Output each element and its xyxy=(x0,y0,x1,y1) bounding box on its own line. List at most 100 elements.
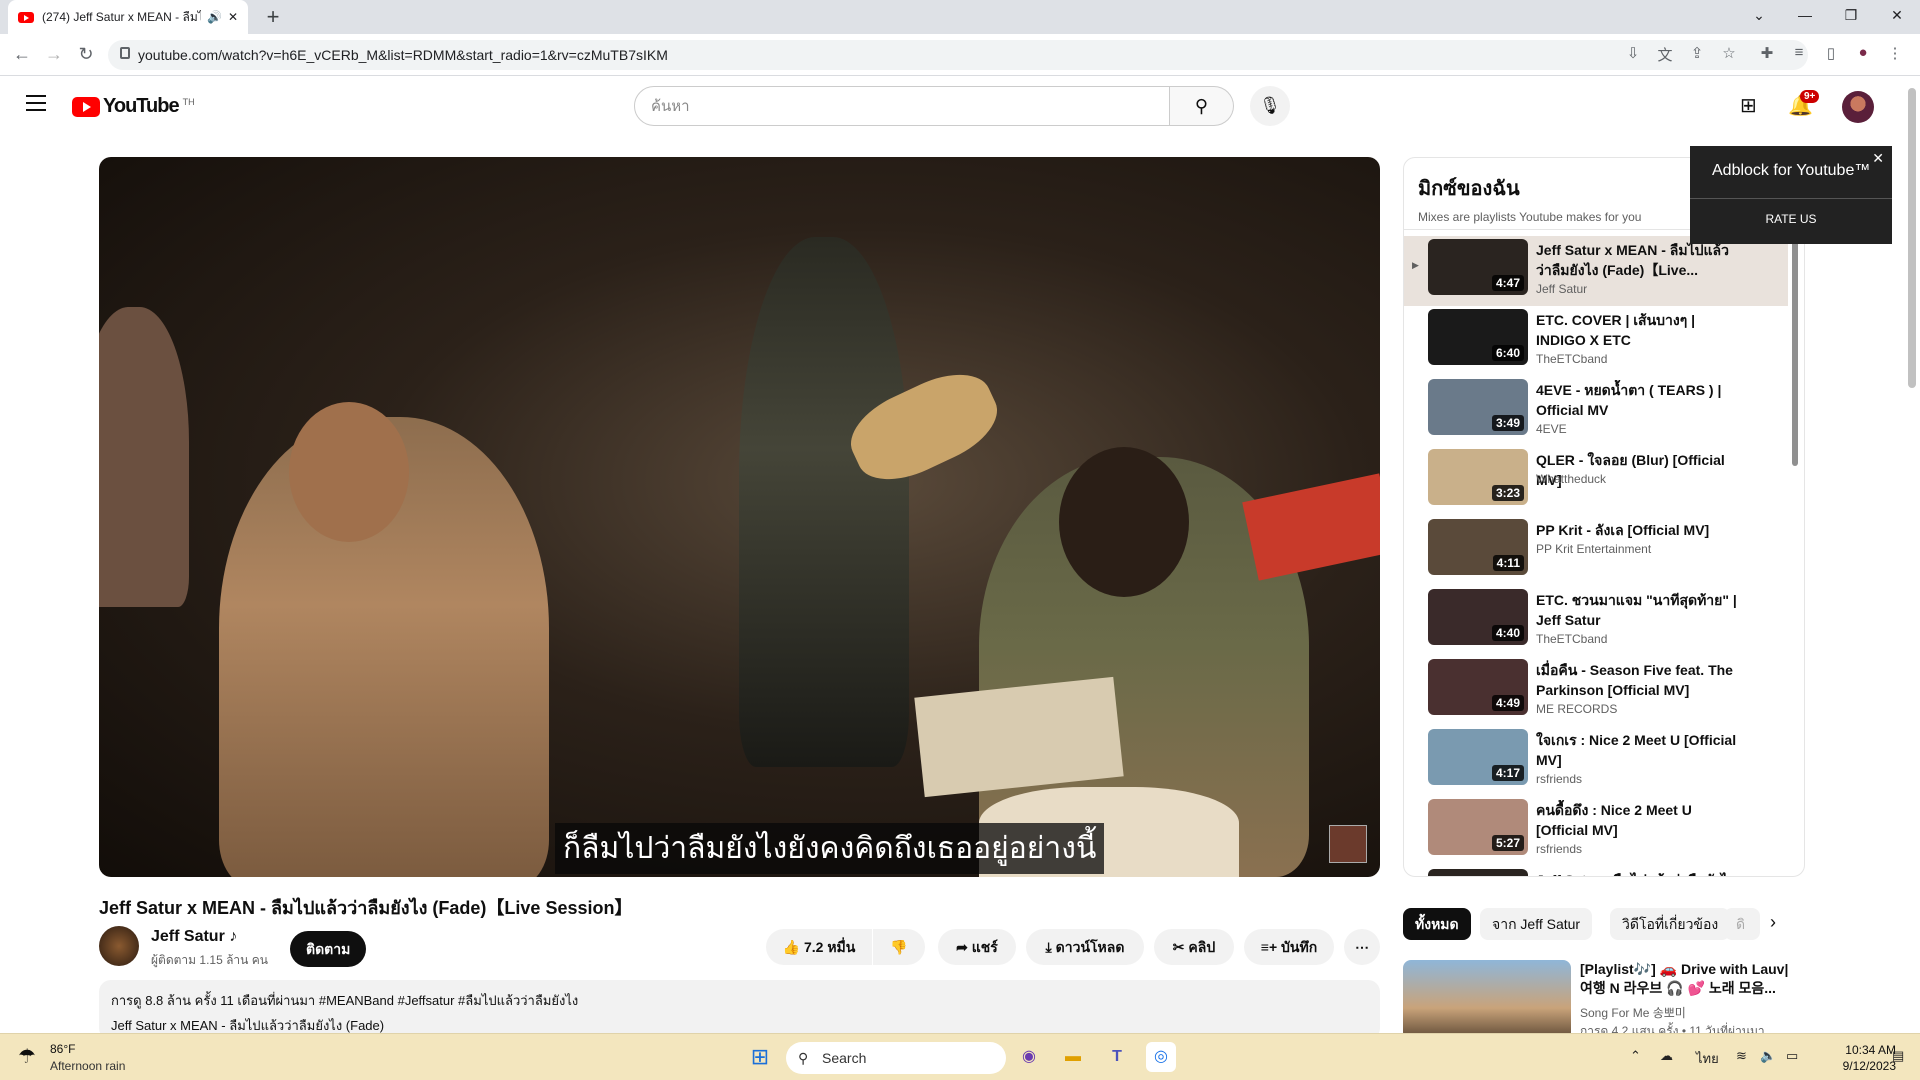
playlist-item[interactable]: Jeff Satur - ลืมไปแล้วว่าลืมยังไง xyxy=(1404,866,1788,876)
channel-name[interactable]: Jeff Satur ♪ xyxy=(151,928,237,946)
logo-country: TH xyxy=(182,96,195,107)
playlist-item[interactable]: 3:23 QLER - ใจลอย (Blur) [Official MV] Wha… xyxy=(1404,446,1788,516)
browser-menu-icon[interactable]: ⋮ xyxy=(1884,44,1906,62)
video-description[interactable]: การดู 8.8 ล้าน ครั้ง 11 เดือนที่ผ่านมา #… xyxy=(99,980,1380,1040)
volume-icon[interactable]: 🔈 xyxy=(1760,1048,1776,1064)
page-scrollbar[interactable] xyxy=(1908,88,1916,388)
chip-more[interactable]: ดิ xyxy=(1724,908,1760,940)
subscribe-button[interactable]: ติดตาม xyxy=(290,931,367,967)
playlist-scrollbar[interactable] xyxy=(1792,240,1798,466)
rate-us-button[interactable]: RATE US xyxy=(1690,212,1892,226)
notification-center-icon[interactable]: ▤ xyxy=(1892,1048,1904,1064)
close-window-button[interactable]: ✕ xyxy=(1874,0,1920,30)
youtube-logo[interactable]: YouTube TH xyxy=(72,95,195,118)
install-icon[interactable]: ⇩ xyxy=(1622,44,1644,62)
dislike-button[interactable]: 👎 xyxy=(873,929,925,965)
recommendation-channel[interactable]: Song For Me 송뽀미 xyxy=(1580,1004,1686,1021)
tray-chevron-icon[interactable]: ⌃ xyxy=(1630,1048,1641,1064)
playlist-item[interactable]: ▶ 4:47 Jeff Satur x MEAN - ลืมไปแล้วว่าลืม… xyxy=(1404,236,1788,306)
recommendation-thumbnail[interactable] xyxy=(1403,960,1571,1040)
chip-all[interactable]: ทั้งหมด xyxy=(1403,908,1471,940)
sidepanel-icon[interactable]: ▯ xyxy=(1820,44,1842,62)
youtube-favicon-icon xyxy=(18,11,34,23)
onedrive-icon[interactable]: ☁ xyxy=(1660,1048,1673,1064)
video-player[interactable]: ก็ลืมไปว่าลืมยังไงยังคงคิดถึงเธออยู่อย่า… xyxy=(99,157,1380,877)
notification-badge: 9+ xyxy=(1800,90,1820,103)
avatar[interactable] xyxy=(1842,91,1874,123)
search-input[interactable]: ค้นหา xyxy=(634,86,1170,126)
bookmark-star-icon[interactable]: ☆ xyxy=(1718,44,1740,62)
reload-icon[interactable]: ↻ xyxy=(74,44,98,65)
clip-button[interactable]: ✂ คลิป xyxy=(1154,929,1234,965)
duration-badge: 4:17 xyxy=(1491,765,1524,781)
playlist-thumbnail: 3:49 xyxy=(1428,379,1528,435)
weather-desc[interactable]: Afternoon rain xyxy=(50,1059,125,1073)
search-icon[interactable]: ⚲ xyxy=(1170,86,1234,126)
close-icon[interactable]: ✕ xyxy=(1872,150,1884,167)
duration-badge: 4:40 xyxy=(1491,625,1524,641)
duration-badge: 5:27 xyxy=(1491,835,1524,851)
thumbs-up-icon: 👍 xyxy=(782,939,801,955)
playlist-item[interactable]: 5:27 คนดื้อดึง : Nice 2 Meet U [Official … xyxy=(1404,796,1788,866)
like-button[interactable]: 👍 7.2 หมื่น xyxy=(766,929,872,965)
speaker-icon[interactable]: 🔊 xyxy=(207,10,222,24)
save-button[interactable]: ≡+ บันทึก xyxy=(1244,929,1334,965)
playlist-item-channel: rsfriends xyxy=(1536,842,1583,856)
profile-icon[interactable]: ● xyxy=(1852,44,1874,61)
chrome-icon[interactable]: ◎ xyxy=(1146,1042,1176,1072)
playlist-item-channel: TheETCband xyxy=(1536,632,1608,646)
menu-icon[interactable] xyxy=(26,95,46,111)
file-explorer-icon[interactable]: ▬ xyxy=(1058,1042,1088,1072)
windows-start-icon[interactable]: ⊞ xyxy=(745,1042,775,1072)
more-actions-button[interactable]: ⋯ xyxy=(1344,929,1380,965)
media-control-icon[interactable]: ≡ xyxy=(1788,44,1810,61)
playlist-item[interactable]: 6:40 ETC. COVER | เส้นบางๆ | INDIGO X ETC… xyxy=(1404,306,1788,376)
forward-icon[interactable]: → xyxy=(42,44,66,65)
playlist-item[interactable]: 3:49 4EVE - หยดน้ำตา ( TEARS ) | Official… xyxy=(1404,376,1788,446)
tab-close-icon[interactable]: ✕ xyxy=(228,10,238,24)
taskbar-clock[interactable]: 10:34 AM 9/12/2023 xyxy=(1836,1042,1896,1074)
microphone-icon[interactable]: 🎙 xyxy=(1250,86,1290,126)
share-button[interactable]: ➦ แชร์ xyxy=(938,929,1016,965)
chip-from-channel[interactable]: จาก Jeff Satur xyxy=(1480,908,1593,940)
tab-search-icon[interactable]: ⌄ xyxy=(1736,0,1782,30)
playlist-item[interactable]: 4:49 เมื่อคืน - Season Five feat. The Par… xyxy=(1404,656,1788,726)
github-icon[interactable]: ◉ xyxy=(1014,1042,1044,1072)
battery-icon[interactable]: ▭ xyxy=(1786,1048,1798,1064)
duration-badge: 6:40 xyxy=(1491,345,1524,361)
chip-related[interactable]: วิดีโอที่เกี่ยวข้อง xyxy=(1610,908,1731,940)
extensions-icon[interactable]: ✚ xyxy=(1756,44,1778,62)
playlist-thumbnail: 4:40 xyxy=(1428,589,1528,645)
weather-rain-icon[interactable]: ☂ xyxy=(18,1044,36,1069)
download-icon: ⤓ xyxy=(1045,939,1052,955)
scissors-icon: ✂ xyxy=(1172,939,1185,955)
recommendation-title[interactable]: [Playlist🎶] 🚗 Drive with Lauv| 여행 N 라우브 … xyxy=(1580,960,1790,998)
playlist-item[interactable]: 4:11 PP Krit - ลังเล [Official MV] PP Krit… xyxy=(1404,516,1788,586)
download-button[interactable]: ⤓ ดาวน์โหลด xyxy=(1026,929,1144,965)
new-tab-button[interactable]: + xyxy=(260,4,286,30)
language-indicator[interactable]: ไทย xyxy=(1696,1048,1719,1069)
playlist-item-title: Jeff Satur x MEAN - ลืมไปแล้วว่าลืมยังไง… xyxy=(1536,242,1729,278)
weather-temp[interactable]: 86°F xyxy=(50,1042,75,1056)
playlist-item[interactable]: 4:17 ใจเกเร : Nice 2 Meet U [Official MV]… xyxy=(1404,726,1788,796)
taskbar-search[interactable]: ⚲ Search xyxy=(786,1042,1006,1074)
browser-tab-strip: (274) Jeff Satur x MEAN - ลืมไ 🔊 ✕ + ⌄ —… xyxy=(0,0,1920,34)
share-page-icon[interactable]: ⇪ xyxy=(1686,44,1708,62)
scene-hair xyxy=(1059,447,1189,597)
minimize-button[interactable]: — xyxy=(1782,0,1828,30)
channel-watermark[interactable] xyxy=(1329,825,1367,863)
maximize-button[interactable]: ❐ xyxy=(1828,0,1874,30)
channel-avatar[interactable] xyxy=(99,926,139,966)
back-icon[interactable]: ← xyxy=(10,44,34,65)
create-video-icon[interactable]: ⊞ xyxy=(1740,93,1757,118)
browser-tab[interactable]: (274) Jeff Satur x MEAN - ลืมไ 🔊 ✕ xyxy=(8,0,248,34)
teams-icon[interactable]: T xyxy=(1102,1042,1132,1072)
address-bar[interactable]: youtube.com/watch?v=h6E_vCERb_M&list=RDM… xyxy=(108,40,1808,70)
wifi-icon[interactable]: ≋ xyxy=(1736,1048,1747,1064)
playlist-item[interactable]: 4:40 ETC. ชวนมาแจม "นาทีสุดท้าย" | Jeff S… xyxy=(1404,586,1788,656)
translate-icon[interactable]: 文 xyxy=(1654,44,1676,65)
chevron-right-icon[interactable]: › xyxy=(1770,912,1776,933)
duration-badge: 3:49 xyxy=(1491,415,1524,431)
playlist-item-channel: PP Krit Entertainment xyxy=(1536,542,1652,556)
playlist-item-channel: TheETCband xyxy=(1536,352,1608,366)
